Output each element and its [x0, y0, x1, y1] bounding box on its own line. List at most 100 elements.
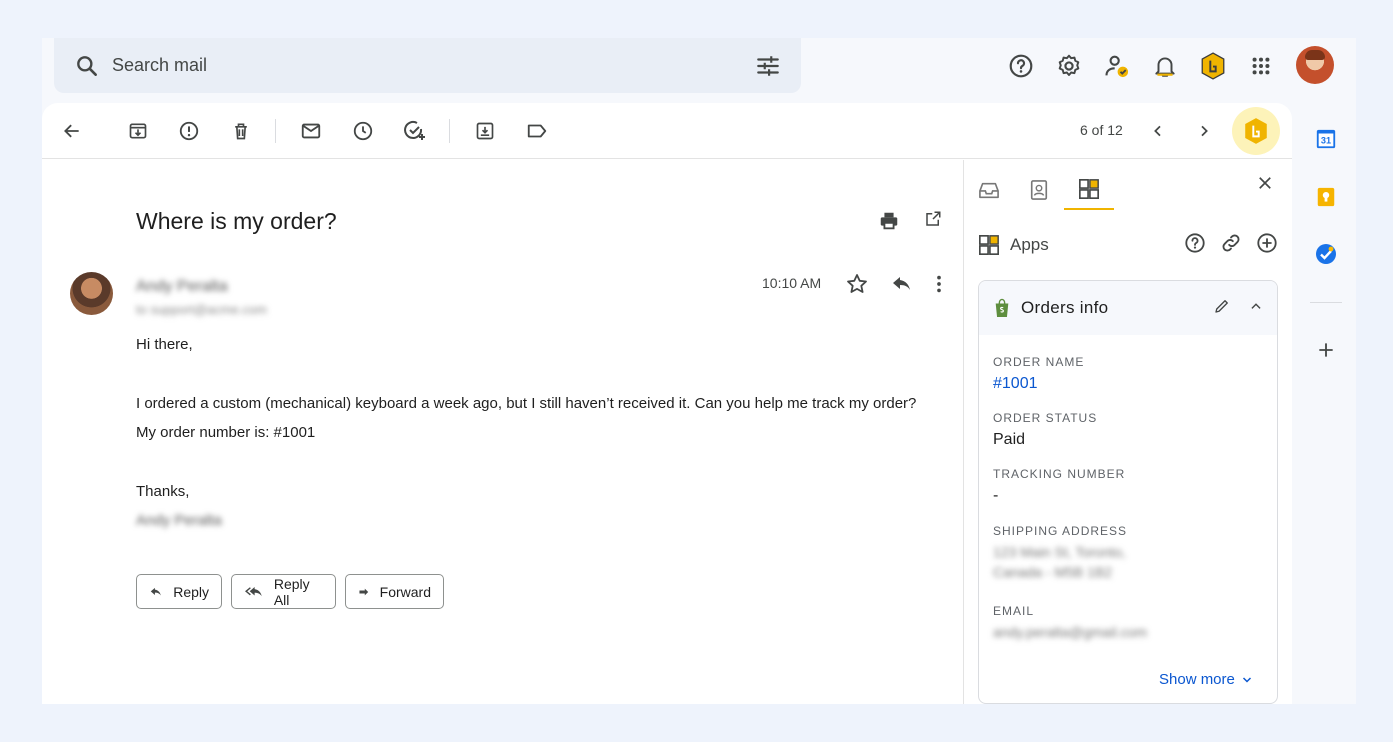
edit-pencil-icon[interactable] — [1213, 297, 1231, 320]
newer-chevron-left-icon[interactable] — [1144, 117, 1172, 145]
inbox-tray-icon — [979, 182, 999, 199]
contact-book-icon — [1030, 180, 1048, 200]
search-input[interactable]: Search mail — [112, 55, 755, 76]
shopify-bag-icon — [995, 298, 1009, 317]
open-new-window-icon[interactable] — [924, 210, 942, 233]
close-icon[interactable] — [1256, 174, 1274, 197]
side-panel-tabs — [964, 160, 1293, 210]
add-circle-icon[interactable] — [1256, 232, 1278, 259]
keep-bulb-icon[interactable] — [1312, 183, 1340, 211]
rail-divider — [1310, 302, 1342, 303]
order-name-label: ORDER NAME — [993, 355, 1085, 369]
hubspot-hex-icon — [1245, 118, 1267, 144]
apps-blocks-icon — [979, 235, 999, 255]
email-toolbar: 6 of 12 — [42, 103, 1292, 159]
search-icon — [77, 55, 97, 76]
gmail-frame: Search mail 6 of 12 Where is my order? A… — [42, 38, 1356, 704]
email-time: 10:10 AM — [762, 275, 822, 291]
pagination-count: 6 of 12 — [1080, 122, 1123, 138]
hubspot-hex-icon[interactable] — [1189, 46, 1237, 86]
order-name-field: ORDER NAME #1001 — [993, 355, 1084, 393]
tab-apps[interactable] — [1064, 170, 1114, 210]
sender-name[interactable]: Andy Peralta — [136, 278, 228, 296]
show-more-link[interactable]: Show more — [1159, 671, 1253, 688]
email-greeting: Hi there, — [136, 336, 193, 353]
email-value: andy.peralta@gmail.com — [993, 624, 1148, 640]
search-bar[interactable]: Search mail — [54, 38, 801, 93]
add-addon-plus-icon[interactable] — [1312, 336, 1340, 364]
reply-label: Reply — [173, 583, 209, 600]
account-check-icon[interactable] — [1093, 46, 1141, 86]
show-more-label: Show more — [1159, 671, 1235, 688]
notification-bell-icon[interactable] — [1141, 46, 1189, 86]
sender-recipients[interactable]: to support@acme.com — [136, 302, 267, 317]
more-vertical-icon[interactable] — [928, 272, 950, 301]
orders-info-title: Orders info — [1021, 298, 1109, 317]
tab-contacts[interactable] — [1014, 170, 1064, 210]
order-name-link[interactable]: #1001 — [993, 375, 1084, 393]
reply-all-arrow-icon — [245, 586, 262, 596]
reply-all-label: Reply All — [273, 575, 310, 608]
calendar-icon[interactable]: 31 — [1312, 125, 1340, 153]
email-view: Where is my order? Andy Peralta to suppo… — [42, 160, 963, 704]
shipping-address-field: SHIPPING ADDRESS 123 Main St, Toronto, C… — [993, 524, 1127, 580]
reply-button[interactable]: Reply — [136, 574, 222, 609]
help-icon[interactable] — [1184, 232, 1206, 259]
email-body-line: I ordered a custom (mechanical) keyboard… — [136, 395, 917, 412]
email-field: EMAIL andy.peralta@gmail.com — [993, 604, 1147, 640]
reply-arrow-icon[interactable] — [890, 272, 914, 301]
tracking-number-label: TRACKING NUMBER — [993, 467, 1126, 481]
top-right-icons — [997, 46, 1285, 86]
report-spam-icon[interactable] — [175, 117, 203, 145]
tracking-number-field: TRACKING NUMBER - — [993, 467, 1125, 505]
mark-unread-mail-icon[interactable] — [297, 117, 325, 145]
tracking-number-value: - — [993, 487, 999, 504]
move-to-icon[interactable] — [471, 117, 499, 145]
calendar-day: 31 — [1321, 136, 1331, 146]
order-status-value: Paid — [993, 431, 1026, 448]
order-status-label: ORDER STATUS — [993, 411, 1098, 425]
apps-header: Apps — [978, 230, 1278, 260]
user-avatar[interactable] — [1296, 46, 1334, 84]
apps-label: Apps — [1010, 235, 1049, 254]
order-status-field: ORDER STATUS Paid — [993, 411, 1097, 449]
apps-grid-icon[interactable] — [1237, 46, 1285, 86]
orders-info-header: Orders info — [979, 281, 1277, 335]
forward-label: Forward — [379, 583, 431, 600]
snooze-clock-icon[interactable] — [349, 117, 377, 145]
settings-gear-icon[interactable] — [1045, 46, 1093, 86]
forward-button[interactable]: Forward — [345, 574, 444, 609]
forward-arrow-icon — [359, 588, 369, 595]
archive-icon[interactable] — [124, 117, 152, 145]
back-arrow-icon[interactable] — [58, 117, 86, 145]
apps-blocks-icon — [1079, 179, 1099, 199]
shipping-address-line: Canada - M5B 1B2 — [993, 564, 1113, 580]
add-to-tasks-icon[interactable] — [401, 117, 429, 145]
email-label: EMAIL — [993, 604, 1035, 618]
link-icon[interactable] — [1220, 232, 1242, 259]
star-icon[interactable] — [845, 272, 869, 301]
toolbar-divider — [449, 119, 450, 143]
tab-inbox[interactable] — [964, 170, 1014, 210]
sender-avatar[interactable] — [70, 272, 113, 315]
help-icon[interactable] — [997, 46, 1045, 86]
shipping-address-label: SHIPPING ADDRESS — [993, 524, 1128, 538]
print-icon[interactable] — [878, 210, 900, 237]
reply-all-button[interactable]: Reply All — [231, 574, 336, 609]
orders-info-card: Orders info ORDER NAME #1001 ORDER STATU… — [978, 280, 1278, 704]
toolbar-divider — [275, 119, 276, 143]
email-signature: Andy Peralta — [136, 512, 222, 529]
label-tag-icon[interactable] — [523, 117, 551, 145]
older-chevron-right-icon[interactable] — [1190, 117, 1218, 145]
email-body-line: My order number is: #1001 — [136, 424, 316, 441]
shipping-address-line: 123 Main St, Toronto, — [993, 544, 1126, 560]
search-options-icon[interactable] — [755, 53, 781, 79]
tasks-check-icon[interactable] — [1312, 240, 1340, 268]
reply-arrow-icon — [150, 587, 161, 596]
side-panel: Apps Orders info ORDER NAME #1001 ORDER — [963, 160, 1292, 704]
main-panel: 6 of 12 Where is my order? Andy Peralta … — [42, 103, 1292, 704]
email-subject: Where is my order? — [136, 208, 337, 234]
chevron-up-icon[interactable] — [1249, 299, 1263, 318]
hubspot-addon-button[interactable] — [1232, 107, 1280, 155]
delete-trash-icon[interactable] — [227, 117, 255, 145]
